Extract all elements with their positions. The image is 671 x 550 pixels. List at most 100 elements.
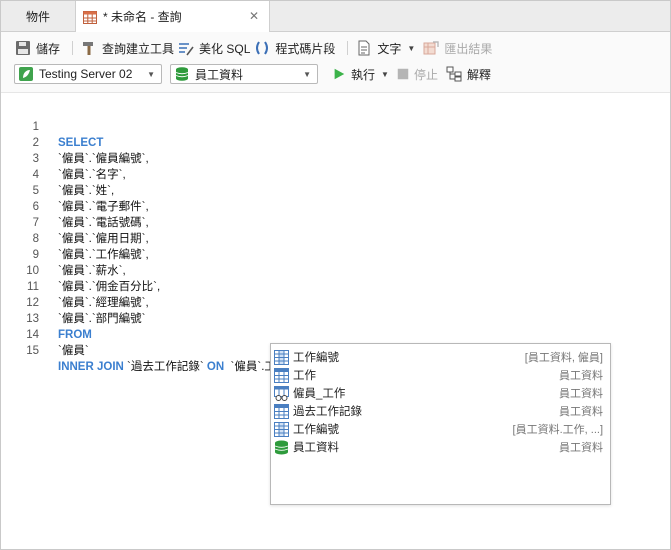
completion-info: 員工資料 [559,406,603,418]
export-results-label: 匯出結果 [444,41,493,56]
view-icon [274,385,289,401]
code-line: 14 `僱員` [1,311,88,357]
stop-label: 停止 [413,67,438,82]
sql-text: `僱員`.`佣金百分比`, [58,281,161,293]
toolbar-divider [72,41,74,55]
sql-text: `僱員`.`薪水`, [58,265,126,277]
column-icon [274,421,289,437]
code-line: 8 `僱員`.`工作編號`, [1,215,149,261]
query-window: 物件 * 未命名 - 查詢 ✕ 儲存 查詢建立工具 美化 SQL 程式碼片段 文… [0,0,671,550]
completion-item[interactable]: 員工資料 員工資料 [274,438,607,456]
code-line: 3 `僱員`.`名字`, [1,135,126,181]
query-table-icon [83,10,97,24]
tab-objects[interactable]: 物件 [1,1,76,31]
export-results-button[interactable]: 匯出結果 [423,40,492,57]
code-line: 13 FROM [1,295,92,341]
sql-join-line: INNER JOIN `過去工作記錄` ON `僱員`.工 [58,359,276,375]
toolbar: 儲存 查詢建立工具 美化 SQL 程式碼片段 文字 ▼ 匯出結果 Testing… [1,32,670,93]
completion-item[interactable]: 工作 員工資料 [274,366,607,384]
toolbar-row-actions: 儲存 查詢建立工具 美化 SQL 程式碼片段 文字 ▼ 匯出結果 [15,38,496,58]
sql-text: `過去工作記錄` [123,361,207,373]
tab-query-label: * 未命名 - 查詢 [103,10,182,24]
completion-info: [員工資料, 僱員] [524,352,603,364]
server-select[interactable]: Testing Server 02 ▼ [14,64,162,84]
chevron-down-icon[interactable]: ▼ [381,70,389,79]
completion-item[interactable]: 僱員_工作 員工資料 [274,384,607,402]
sql-text: `僱員`.`電話號碼`, [58,217,149,229]
text-label: 文字 [377,41,402,56]
server-icon [19,67,33,81]
run-button[interactable]: 執行 ▼ [332,66,389,83]
code-line: 1 SELECT [1,103,104,149]
stop-icon [397,68,409,80]
tab-query[interactable]: * 未命名 - 查詢 ✕ [76,1,270,32]
parentheses-icon [256,41,269,55]
code-line: 5 `僱員`.`電子郵件`, [1,167,149,213]
query-builder-button[interactable]: 查詢建立工具 [81,40,174,57]
completion-label: 僱員_工作 [293,388,346,400]
stop-button[interactable]: 停止 [397,66,438,83]
code-line: 7 `僱員`.`僱用日期`, [1,199,149,245]
close-icon[interactable]: ✕ [249,9,259,23]
tab-objects-label: 物件 [25,9,50,24]
code-line: 2 `僱員`.`僱員編號`, [1,119,149,165]
toolbar-divider [347,41,349,55]
beautify-sql-label: 美化 SQL [199,41,251,56]
explain-button[interactable]: 解釋 [446,66,491,83]
save-icon [16,41,30,55]
sql-text: `僱員`.`僱員編號`, [58,153,149,165]
document-icon [358,40,370,56]
line-number: 15 [26,345,39,357]
column-icon [274,349,289,365]
database-select[interactable]: 員工資料 ▼ [170,64,318,84]
database-icon [274,440,289,454]
code-line: 9 `僱員`.`薪水`, [1,231,126,277]
chevron-down-icon: ▼ [147,70,155,79]
play-icon [334,68,345,80]
save-label: 儲存 [36,41,61,56]
sql-keyword: ON [206,361,225,373]
run-label: 執行 [351,67,376,82]
text-button[interactable]: 文字 ▼ [356,40,415,57]
chevron-down-icon[interactable]: ▼ [407,44,415,53]
code-snippet-button[interactable]: 程式碼片段 [254,40,335,57]
sql-text: `僱員`.`工作編號`, [58,249,149,261]
sql-text: `僱員`.工 [224,361,276,373]
chevron-down-icon: ▼ [303,70,311,79]
server-select-value: Testing Server 02 [39,67,133,81]
beautify-sql-button[interactable]: 美化 SQL [178,40,250,57]
code-line: 6 `僱員`.`電話號碼`, [1,183,149,229]
sql-keyword: INNER JOIN [58,361,124,373]
sql-text: `僱員` [58,345,89,357]
save-button[interactable]: 儲存 [15,40,60,57]
table-icon [274,403,289,419]
sql-text: `僱員`.`姓`, [58,185,115,197]
explain-icon [446,66,462,82]
code-line: 4 `僱員`.`姓`, [1,151,115,197]
completion-info: 員工資料 [559,442,603,454]
sql-text: `僱員`.`僱用日期`, [58,233,149,245]
tab-bar: 物件 * 未命名 - 查詢 ✕ [1,1,670,32]
sql-text: `僱員`.`部門編號` [58,313,146,325]
completion-item[interactable]: 工作編號 [員工資料.工作, ...] [274,420,607,438]
code-line: 12 `僱員`.`部門編號` [1,279,145,325]
completion-label: 工作編號 [293,424,339,436]
export-icon [423,41,440,55]
beautify-icon [179,43,194,56]
explain-label: 解釋 [466,67,491,82]
hammer-icon [83,42,94,55]
database-select-value: 員工資料 [195,67,244,82]
completion-item[interactable]: 過去工作記錄 員工資料 [274,402,607,420]
database-icon [175,67,189,81]
completion-item[interactable]: 工作編號 [員工資料, 僱員] [274,348,607,366]
sql-text: `僱員`.`名字`, [58,169,126,181]
table-icon [274,367,289,383]
code-line: 15 INNER JOIN `過去工作記錄` ON `僱員`.工 [1,327,276,373]
completion-info: 員工資料 [559,388,603,400]
sql-keyword: SELECT [58,137,104,149]
completion-label: 員工資料 [293,442,339,454]
completion-info: [員工資料.工作, ...] [512,424,603,436]
code-snippet-label: 程式碼片段 [275,41,336,56]
code-line: 11 `僱員`.`經理編號`, [1,263,149,309]
sql-text: `僱員`.`電子郵件`, [58,201,149,213]
